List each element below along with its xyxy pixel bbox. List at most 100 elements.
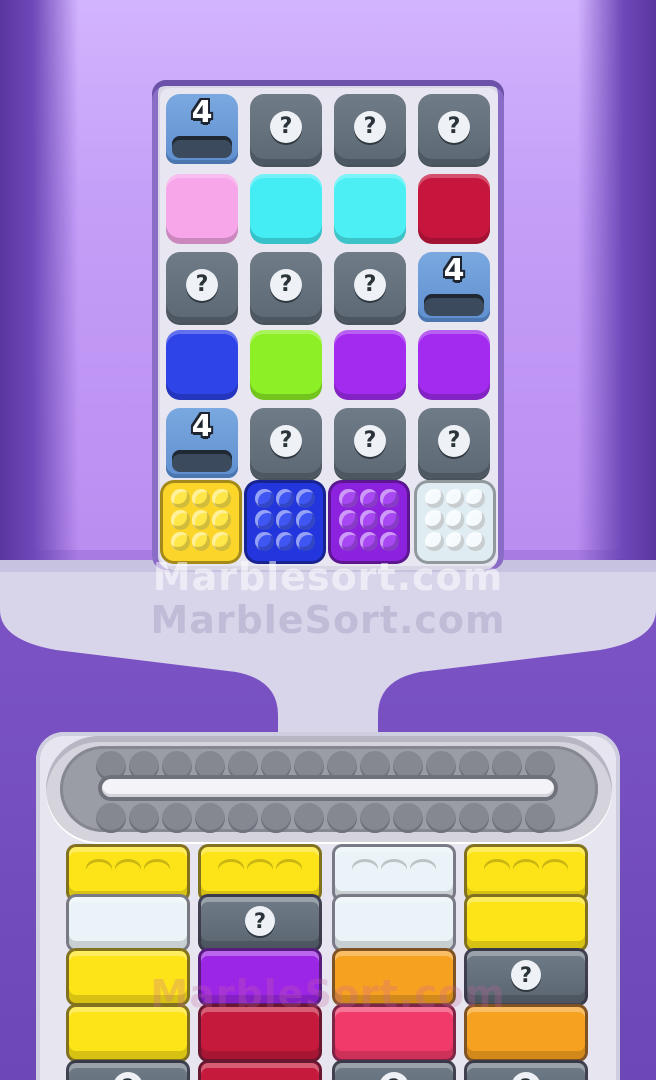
color-tile-blue[interactable]	[166, 330, 238, 400]
hidden-crate[interactable]: ?	[464, 948, 588, 1006]
crate-purple[interactable]	[198, 948, 322, 1006]
question-mark-icon: ?	[354, 269, 386, 301]
marble	[296, 489, 315, 509]
marble-socket	[541, 859, 568, 877]
hidden-crate[interactable]: ?	[464, 1060, 588, 1080]
belt-slot	[195, 751, 225, 781]
hidden-tile[interactable]: ?	[250, 252, 322, 322]
hidden-tile[interactable]: ?	[166, 252, 238, 322]
marble	[425, 489, 444, 509]
marble	[296, 531, 315, 551]
marble-socket	[512, 859, 539, 877]
color-tile-purple[interactable]	[418, 330, 490, 400]
marble-socket	[246, 859, 273, 877]
color-tile-crimson[interactable]	[418, 174, 490, 244]
marble	[275, 489, 295, 509]
marble	[380, 489, 399, 509]
marble	[445, 489, 465, 509]
crate-yellow[interactable]	[66, 1004, 190, 1062]
marble	[212, 531, 231, 551]
color-tile-lime[interactable]	[250, 330, 322, 400]
marble	[359, 531, 379, 551]
crate-sockets	[351, 859, 437, 881]
belt-slot	[327, 803, 357, 833]
hidden-tile[interactable]: ?	[418, 94, 490, 164]
marble	[359, 489, 379, 509]
hidden-tile[interactable]: ?	[250, 94, 322, 164]
marble	[171, 531, 190, 551]
marble-socket	[218, 859, 245, 877]
question-mark-icon: ?	[511, 960, 541, 990]
color-tile-pink[interactable]	[166, 174, 238, 244]
crate-sockets	[483, 859, 569, 881]
crate-yellow[interactable]	[464, 894, 588, 952]
marble	[339, 489, 358, 509]
question-mark-icon: ?	[245, 906, 275, 936]
question-mark-icon: ?	[354, 425, 386, 457]
belt-slot	[492, 803, 522, 833]
question-mark-icon: ?	[438, 425, 470, 457]
color-tile-cyan[interactable]	[250, 174, 322, 244]
belt-slot	[426, 803, 456, 833]
conveyor-rail	[102, 779, 554, 797]
tunnel-tile[interactable]: 4	[166, 408, 238, 478]
hidden-tile[interactable]: ?	[334, 252, 406, 322]
color-tile-cyan[interactable]	[334, 174, 406, 244]
belt-slot	[360, 751, 390, 781]
marble-socket	[275, 859, 302, 877]
belt-slot	[261, 751, 291, 781]
belt-slot	[162, 751, 192, 781]
color-tile-purple[interactable]	[334, 330, 406, 400]
crate-orange[interactable]	[332, 948, 456, 1006]
marble	[191, 489, 211, 509]
tunnel-count: 4	[443, 253, 465, 288]
marble	[191, 510, 211, 530]
marble	[339, 510, 358, 530]
marble-socket	[86, 859, 113, 877]
marble-box-yellow[interactable]	[160, 480, 242, 564]
belt-slot	[459, 803, 489, 833]
marble-box-purple[interactable]	[328, 480, 410, 564]
crate-crimson[interactable]	[198, 1060, 322, 1080]
marble-box-blue[interactable]	[244, 480, 326, 564]
question-mark-icon: ?	[270, 111, 302, 143]
marble	[425, 510, 444, 530]
question-mark-icon: ?	[186, 269, 218, 301]
marble	[275, 531, 295, 551]
crate-rose[interactable]	[332, 1004, 456, 1062]
hidden-crate[interactable]: ?	[198, 894, 322, 952]
belt-slot	[393, 751, 423, 781]
question-mark-icon: ?	[270, 269, 302, 301]
marble	[255, 489, 274, 509]
crate-sockets	[85, 859, 171, 881]
belt-slot	[129, 751, 159, 781]
belt-slot	[393, 803, 423, 833]
hidden-tile[interactable]: ?	[334, 408, 406, 478]
crate-yellow[interactable]	[66, 948, 190, 1006]
marble-socket	[380, 859, 407, 877]
marble-box-white[interactable]	[414, 480, 496, 564]
hidden-tile[interactable]: ?	[250, 408, 322, 478]
marble	[212, 489, 231, 509]
tunnel-tile[interactable]: 4	[418, 252, 490, 322]
crate-white[interactable]	[66, 894, 190, 952]
hidden-tile[interactable]: ?	[418, 408, 490, 478]
marble	[466, 510, 485, 530]
hidden-crate[interactable]: ?	[332, 1060, 456, 1080]
crate-white[interactable]	[332, 894, 456, 952]
crate-orange[interactable]	[464, 1004, 588, 1062]
belt-slot	[96, 803, 126, 833]
belt-slot	[426, 751, 456, 781]
tunnel-opening	[172, 136, 232, 158]
marble	[255, 510, 274, 530]
marble	[445, 531, 465, 551]
marble-socket	[143, 859, 170, 877]
tunnel-tile[interactable]: 4	[166, 94, 238, 164]
hidden-crate[interactable]: ?	[66, 1060, 190, 1080]
belt-slot	[360, 803, 390, 833]
marble	[380, 510, 399, 530]
hidden-tile[interactable]: ?	[334, 94, 406, 164]
crate-crimson[interactable]	[198, 1004, 322, 1062]
belt-slot	[228, 803, 258, 833]
tunnel-count: 4	[191, 409, 213, 444]
